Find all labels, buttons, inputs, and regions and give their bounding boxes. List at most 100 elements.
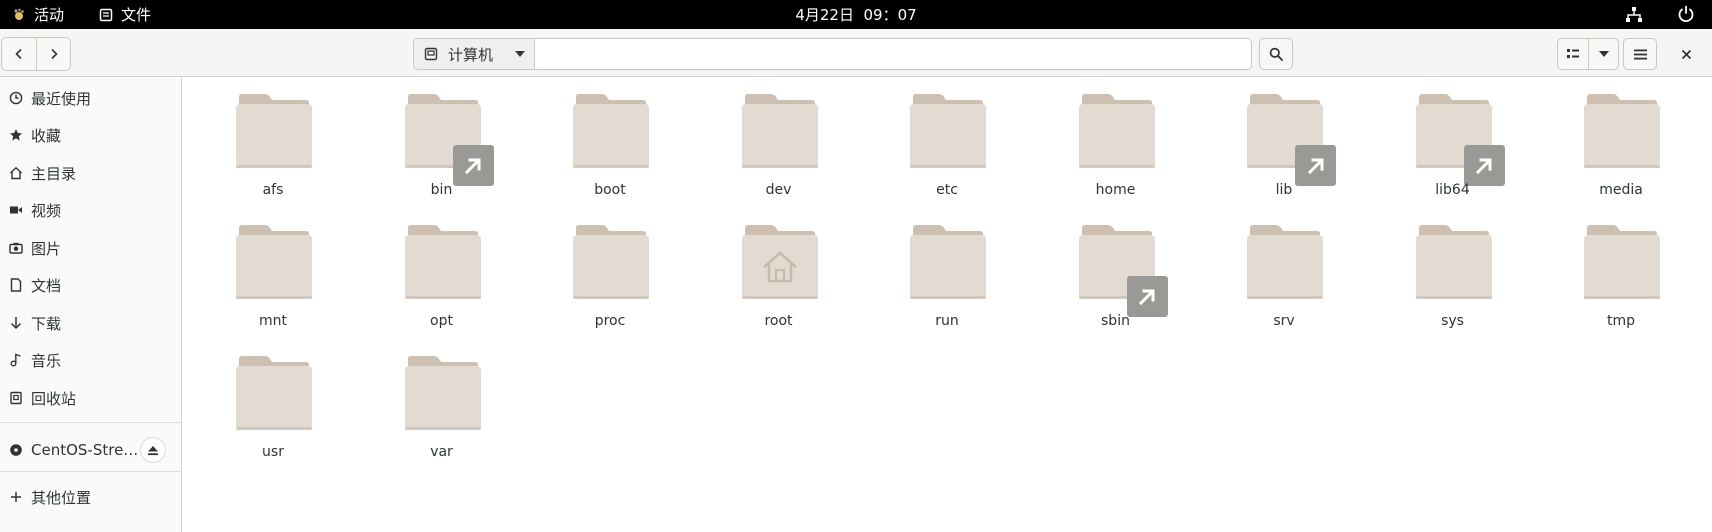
search-icon [1269, 47, 1283, 61]
folder-icon [1078, 94, 1155, 168]
trash-icon [9, 391, 23, 405]
app-menu-label: 文件 [121, 6, 152, 24]
location-button[interactable]: 计算机 [414, 39, 535, 69]
file-item-mnt[interactable]: mnt [198, 214, 348, 332]
file-name-label: opt [430, 313, 453, 329]
folder-icon [573, 225, 649, 299]
file-item-lib64[interactable]: lib64 [1378, 83, 1528, 201]
file-name-label: srv [1273, 313, 1295, 329]
file-item-run[interactable]: run [872, 214, 1022, 332]
sidebar-item-label: 其他位置 [31, 488, 92, 507]
file-name-label: sbin [1101, 313, 1130, 329]
sidebar-item-pictures[interactable]: 图片 [0, 231, 181, 265]
file-item-home[interactable]: home [1041, 83, 1191, 201]
document-icon [9, 278, 23, 292]
hamburger-icon [1633, 49, 1647, 59]
chevron-left-icon [15, 48, 22, 60]
file-item-opt[interactable]: opt [367, 214, 517, 332]
file-name-label: mnt [259, 313, 287, 329]
sidebar: 最近使用 收藏 主目录 视频 图片 文档 下载 音乐 回收站 CentOS-St… [0, 77, 182, 532]
header-bar: 计算机 [0, 29, 1712, 77]
network-icon[interactable] [1625, 6, 1643, 24]
file-name-label: lib64 [1435, 182, 1470, 198]
file-item-media[interactable]: media [1546, 83, 1696, 201]
music-icon [9, 353, 23, 367]
sidebar-item-label: 音乐 [31, 351, 62, 370]
disc-icon [9, 443, 23, 457]
download-icon [9, 316, 23, 330]
list-view-button[interactable] [1558, 39, 1588, 69]
symlink-arrow-icon [1463, 145, 1505, 186]
folder-icon [1584, 94, 1660, 168]
close-button[interactable] [1673, 41, 1699, 67]
file-item-etc[interactable]: etc [872, 83, 1022, 201]
sidebar-item-trash[interactable]: 回收站 [0, 381, 181, 415]
camera-icon [9, 241, 23, 255]
file-item-sys[interactable]: sys [1378, 214, 1528, 332]
sidebar-item-music[interactable]: 音乐 [0, 343, 181, 377]
folder-icon [236, 94, 312, 168]
chevron-down-icon [515, 51, 525, 57]
file-item-var[interactable]: var [367, 345, 517, 463]
file-name-label: home [1095, 182, 1136, 198]
sidebar-item-recent[interactable]: 最近使用 [0, 81, 181, 115]
app-menu[interactable]: 文件 [99, 0, 151, 29]
sidebar-item-downloads[interactable]: 下载 [0, 306, 181, 340]
symlink-arrow-icon [452, 145, 494, 186]
sidebar-item-label: 收藏 [31, 126, 62, 145]
file-name-label: proc [594, 313, 626, 329]
file-name-label: etc [936, 182, 958, 198]
file-item-srv[interactable]: srv [1209, 214, 1359, 332]
search-button[interactable] [1259, 38, 1293, 70]
activities-button[interactable]: 活动 [12, 0, 64, 29]
sidebar-item-documents[interactable]: 文档 [0, 268, 181, 302]
file-name-label: bin [430, 182, 453, 198]
file-grid: afs bin boot dev etc home lib lib64 media mnt opt p… [183, 78, 1712, 532]
file-item-root[interactable]: root [704, 214, 854, 332]
nav-buttons [1, 37, 71, 71]
sidebar-item-starred[interactable]: 收藏 [0, 118, 181, 152]
power-icon[interactable] [1677, 5, 1695, 23]
chevron-right-icon [50, 48, 58, 60]
sidebar-item-label: 回收站 [31, 389, 77, 408]
folder-icon [236, 225, 312, 299]
file-item-boot[interactable]: boot [535, 83, 685, 201]
sidebar-item-label: CentOS-Stre… [31, 441, 139, 459]
clock[interactable]: 4月22日 09：07 [795, 4, 916, 25]
file-item-bin[interactable]: bin [367, 83, 517, 201]
path-bar: 计算机 [413, 38, 1252, 70]
sidebar-separator [0, 471, 181, 472]
file-item-afs[interactable]: afs [198, 83, 348, 201]
forward-button[interactable] [36, 38, 70, 70]
eject-button[interactable] [140, 437, 166, 463]
path-input[interactable] [535, 39, 1251, 69]
file-name-label: root [764, 313, 793, 329]
file-item-usr[interactable]: usr [198, 345, 348, 463]
file-item-tmp[interactable]: tmp [1546, 214, 1696, 332]
file-item-sbin[interactable]: sbin [1041, 214, 1191, 332]
sidebar-item-home[interactable]: 主目录 [0, 156, 181, 190]
file-item-proc[interactable]: proc [535, 214, 685, 332]
file-item-dev[interactable]: dev [704, 83, 854, 201]
activities-label: 活动 [34, 6, 65, 24]
folder-icon [1247, 225, 1323, 299]
folder-icon [910, 225, 986, 299]
view-options-button[interactable] [1588, 39, 1618, 69]
file-name-label: media [1599, 182, 1643, 198]
files-app-icon [99, 8, 113, 21]
main-menu-button[interactable] [1623, 38, 1657, 70]
file-name-label: lib [1275, 182, 1293, 198]
list-view-icon [1567, 49, 1579, 58]
sidebar-item-other-locations[interactable]: 其他位置 [0, 480, 181, 514]
close-icon [1681, 49, 1691, 59]
sidebar-item-label: 图片 [31, 239, 62, 258]
file-item-lib[interactable]: lib [1209, 83, 1359, 201]
sidebar-item-videos[interactable]: 视频 [0, 193, 181, 227]
view-switcher [1557, 38, 1619, 70]
folder-icon [1584, 225, 1660, 299]
sidebar-item-label: 最近使用 [31, 89, 92, 108]
folder-icon [910, 94, 986, 168]
back-button[interactable] [2, 38, 36, 70]
home-icon [761, 249, 799, 285]
sidebar-item-label: 主目录 [31, 164, 77, 183]
